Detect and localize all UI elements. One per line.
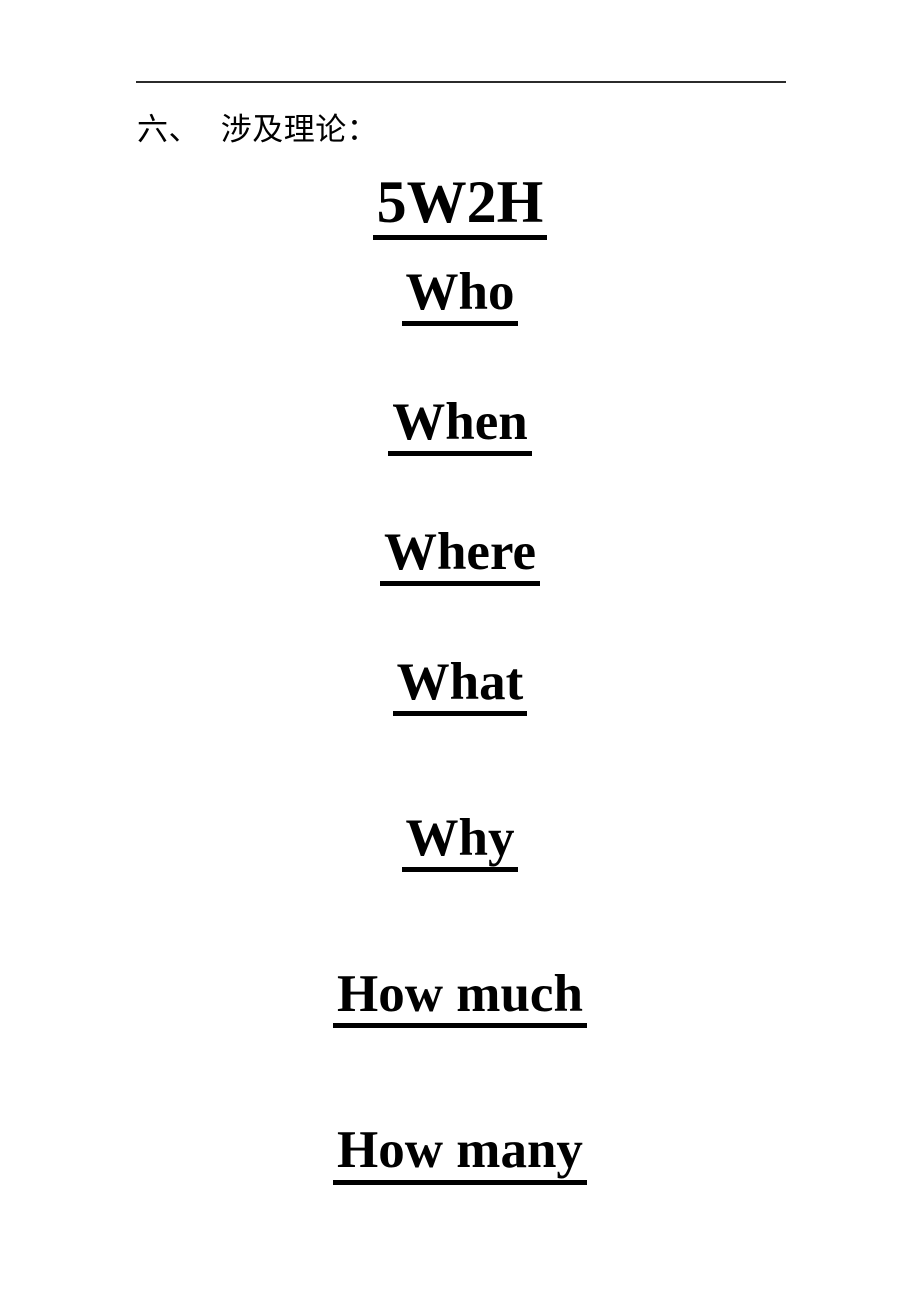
list-item-when-label: When [388, 395, 532, 457]
list-item-why-label: Why [401, 811, 519, 873]
list-item-how-many-label: How many [333, 1123, 587, 1185]
horizontal-rule [136, 81, 786, 83]
list-item-what-label: What [392, 655, 528, 717]
list-item-how-much-label: How much [333, 967, 587, 1029]
list-item-where-label: Where [379, 525, 541, 587]
list-item-who: Who [0, 262, 920, 327]
section-heading: 六、 涉及理论： [137, 112, 379, 148]
list-item-how-many: How many [0, 1120, 920, 1185]
list-item-where: Where [0, 522, 920, 587]
list-item-why: Why [0, 808, 920, 873]
document-page: 六、 涉及理论： 5W2H Who When Where What Why Ho… [0, 0, 920, 1302]
five-w-two-h-block: 5W2H Who When Where What Why How much Ho… [0, 168, 920, 1185]
five-w-two-h-title-text: 5W2H [372, 171, 548, 241]
list-item-when: When [0, 392, 920, 457]
list-item-who-label: Who [401, 265, 519, 327]
list-item-what: What [0, 652, 920, 717]
five-w-two-h-title: 5W2H [0, 168, 920, 241]
list-item-how-much: How much [0, 964, 920, 1029]
